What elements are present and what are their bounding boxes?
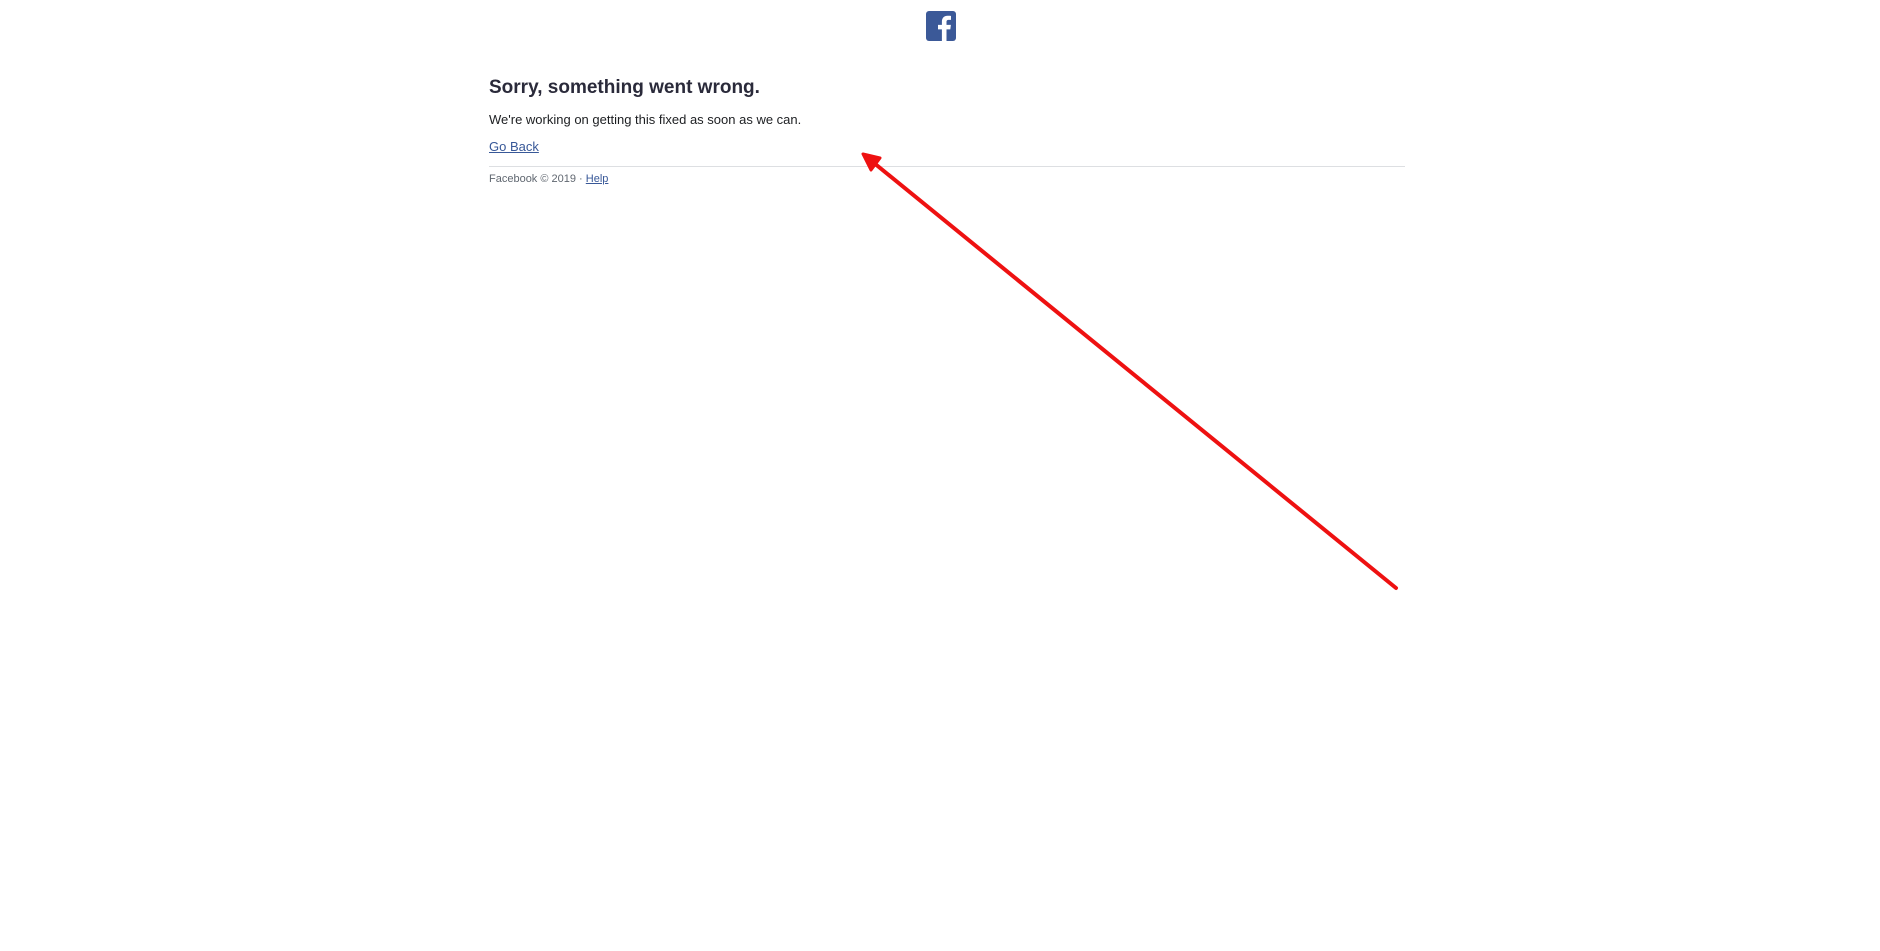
error-message: We're working on getting this fixed as s… <box>489 112 802 127</box>
footer: Facebook © 2019 · Help <box>489 172 1405 186</box>
help-link[interactable]: Help <box>586 173 609 185</box>
facebook-logo[interactable] <box>926 11 956 41</box>
page-title: Sorry, something went wrong. <box>489 77 760 98</box>
facebook-f-icon <box>926 11 956 41</box>
footer-divider <box>489 166 1405 167</box>
footer-copyright: Facebook © 2019 · <box>489 173 586 185</box>
go-back-link[interactable]: Go Back <box>489 138 539 156</box>
arrow-shaft <box>872 161 1398 590</box>
error-content: Sorry, something went wrong. We're worki… <box>489 76 1405 186</box>
error-page: Sorry, something went wrong. We're worki… <box>0 0 1880 951</box>
